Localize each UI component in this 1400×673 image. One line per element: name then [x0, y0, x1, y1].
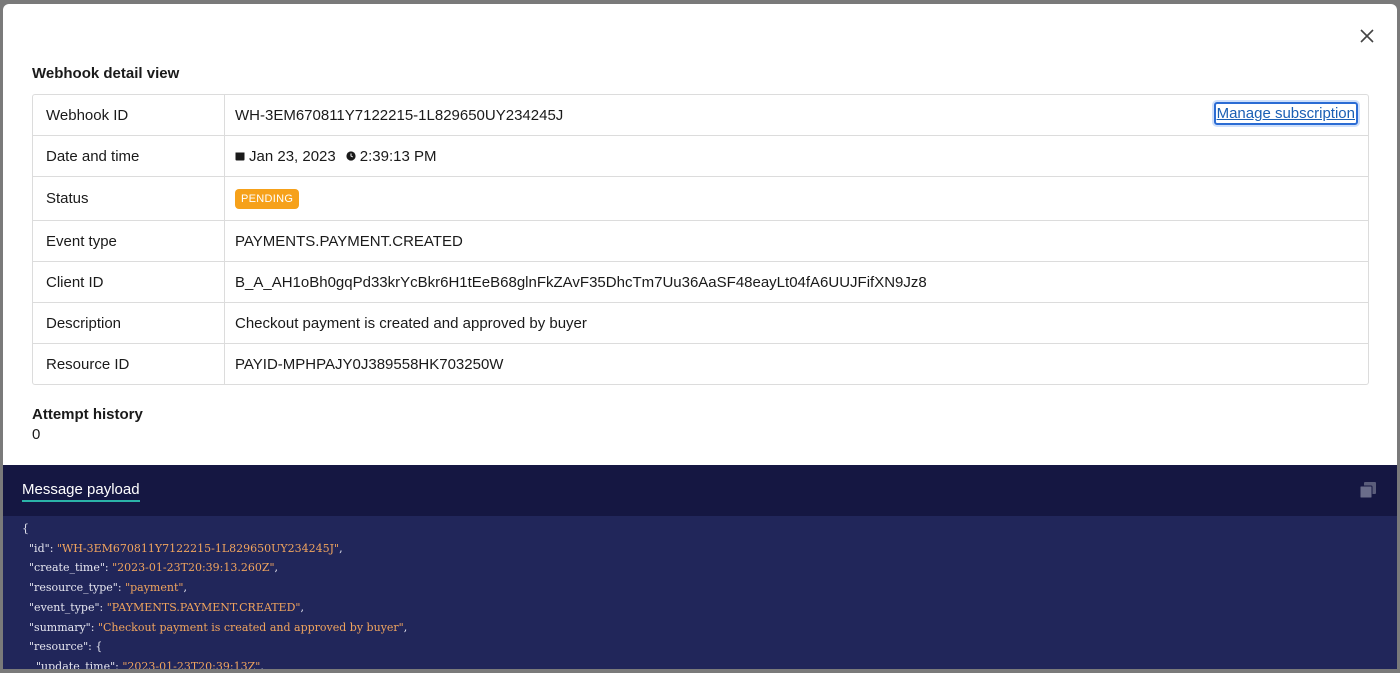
- row-client-id: Client ID B_A_AH1oBh0gqPd33krYcBkr6H1tEe…: [33, 261, 1368, 302]
- row-label: Date and time: [33, 136, 225, 176]
- code-line: "event_type": "PAYMENTS.PAYMENT.CREATED"…: [29, 600, 304, 614]
- code-line: "resource_type": "payment",: [29, 581, 187, 595]
- json-value: "Checkout payment is created and approve…: [97, 620, 404, 634]
- webhook-details-table: Webhook ID WH-3EM670811Y7122215-1L829650…: [32, 94, 1369, 385]
- webhook-id-value: WH-3EM670811Y7122215-1L829650UY234245J: [235, 106, 564, 124]
- code-line: "id": "WH-3EM670811Y7122215-1L829650UY23…: [29, 541, 343, 555]
- json-key: "update_time": [36, 659, 116, 669]
- json-value: "2023-01-23T20:39:13.260Z": [112, 561, 275, 575]
- calendar-icon: [235, 151, 245, 161]
- event-type-value: PAYMENTS.PAYMENT.CREATED: [235, 232, 463, 250]
- row-resource-id: Resource ID PAYID-MPHPAJY0J389558HK70325…: [33, 343, 1368, 384]
- json-key: "event_type": [29, 600, 100, 614]
- code-line: {: [22, 522, 29, 535]
- json-value: "payment": [125, 581, 184, 595]
- attempt-history-title: Attempt history: [32, 406, 143, 423]
- row-status: Status PENDING: [33, 176, 1368, 220]
- copy-icon[interactable]: [1358, 480, 1378, 500]
- client-id-value: B_A_AH1oBh0gqPd33krYcBkr6H1tEeB68glnFkZA…: [235, 273, 927, 291]
- code-line: "update_time": "2023-01-23T20:39:13Z",: [22, 657, 407, 669]
- row-label: Resource ID: [33, 344, 225, 384]
- json-key: "resource": [29, 640, 89, 654]
- dialog-title: Webhook detail view: [32, 65, 180, 82]
- payload-json: { "id": "WH-3EM670811Y7122215-1L829650UY…: [22, 519, 407, 669]
- json-key: "id": [29, 541, 50, 555]
- payload-code-block: { "id": "WH-3EM670811Y7122215-1L829650UY…: [3, 516, 1397, 669]
- row-webhook-id: Webhook ID WH-3EM670811Y7122215-1L829650…: [33, 95, 1368, 135]
- clock-icon: [346, 151, 356, 161]
- json-key: "create_time": [29, 561, 105, 575]
- manage-subscription-link[interactable]: Manage subscription: [1213, 102, 1358, 125]
- json-value: "PAYMENTS.PAYMENT.CREATED": [106, 600, 301, 614]
- date-value: Jan 23, 2023: [249, 147, 336, 165]
- row-description: Description Checkout payment is created …: [33, 302, 1368, 343]
- date-time-value: Jan 23, 2023 2:39:13 PM: [225, 148, 1368, 165]
- time-value: 2:39:13 PM: [359, 147, 437, 165]
- tab-message-payload[interactable]: Message payload: [22, 481, 140, 502]
- webhook-detail-dialog: Webhook detail view Webhook ID WH-3EM670…: [3, 4, 1397, 669]
- row-label: Description: [33, 303, 225, 343]
- code-line: "resource": {: [29, 640, 103, 654]
- close-icon[interactable]: [1360, 29, 1374, 43]
- json-value: "WH-3EM670811Y7122215-1L829650UY234245J": [56, 541, 340, 555]
- row-date-time: Date and time Jan 23, 2023 2:39:13 PM: [33, 135, 1368, 176]
- row-label: Webhook ID: [33, 95, 225, 135]
- description-value: Checkout payment is created and approved…: [235, 314, 587, 332]
- json-value: "2023-01-23T20:39:13Z": [122, 659, 261, 669]
- payload-header: Message payload: [3, 465, 1397, 516]
- code-line: "summary": "Checkout payment is created …: [29, 620, 408, 634]
- row-label: Client ID: [33, 262, 225, 302]
- row-label: Status: [33, 177, 225, 220]
- code-line: "create_time": "2023-01-23T20:39:13.260Z…: [29, 561, 279, 575]
- close-button[interactable]: [1356, 25, 1378, 47]
- row-label: Event type: [33, 221, 225, 261]
- json-key: "resource_type": [29, 581, 118, 595]
- row-event-type: Event type PAYMENTS.PAYMENT.CREATED: [33, 220, 1368, 261]
- copy-button[interactable]: [1358, 480, 1378, 500]
- attempt-history-count: 0: [32, 426, 41, 443]
- json-key: "summary": [29, 620, 91, 634]
- resource-id-value: PAYID-MPHPAJY0J389558HK703250W: [235, 355, 504, 373]
- status-badge: PENDING: [235, 188, 300, 209]
- status-cell: PENDING: [225, 188, 1368, 209]
